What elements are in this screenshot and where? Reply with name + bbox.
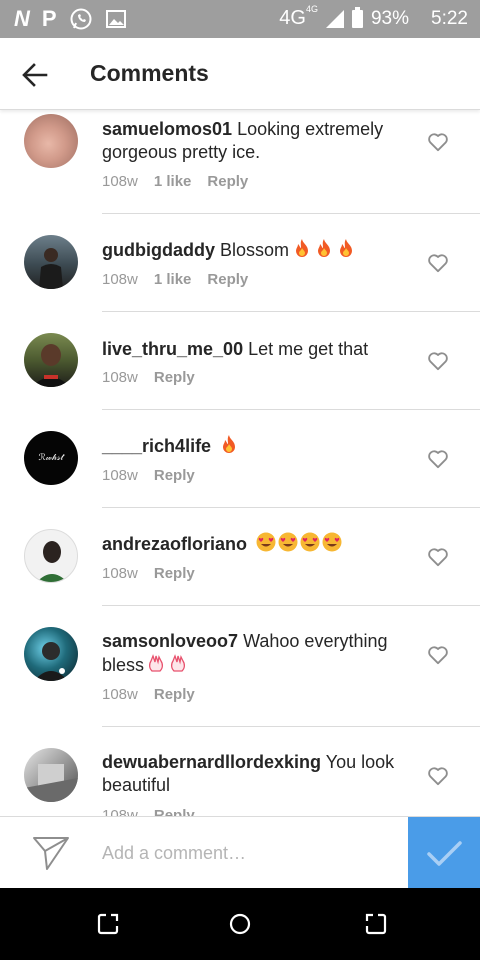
fire-icon (315, 238, 333, 264)
battery-percent: 93% (370, 7, 410, 29)
back-nav-icon[interactable] (364, 912, 388, 936)
heart-eyes-emoji-icon (256, 532, 276, 558)
comment-text: andrezaofloriano (102, 532, 402, 558)
username[interactable]: gudbigdaddy (102, 240, 215, 260)
username[interactable]: samuelomos01 (102, 119, 232, 139)
comment-meta: 108w Reply (102, 686, 195, 703)
comment-meta: 108w Reply (102, 807, 195, 816)
heart-eyes-emoji-icon (300, 532, 320, 558)
reply-button[interactable]: Reply (154, 686, 195, 703)
p-notification-icon: P (41, 6, 57, 31)
whatsapp-icon (70, 8, 92, 30)
reply-button[interactable]: Reply (154, 565, 195, 582)
battery-icon (351, 6, 363, 28)
heart-icon[interactable] (427, 253, 449, 273)
network-type: 4G4G (279, 4, 318, 29)
heart-eyes-emoji-icon (278, 532, 298, 558)
comment-body: Blossom (220, 240, 290, 260)
raised-hands-icon (170, 653, 188, 679)
heart-eyes-emoji-icon (322, 532, 342, 558)
comment-meta: 108w 1 like Reply (102, 271, 248, 288)
back-arrow-icon[interactable] (20, 60, 50, 90)
heart-icon[interactable] (427, 645, 449, 665)
avatar[interactable] (24, 748, 78, 802)
username[interactable]: live_thru_me_00 (102, 339, 243, 359)
comment-item: dewuabernardllordexking You look beautif… (0, 727, 480, 816)
comment-input[interactable] (102, 839, 392, 867)
avatar[interactable]: ℛ𝓌𝒽𝓈𝓉 (24, 431, 78, 485)
comment-text: dewuabernardllordexking You look beautif… (102, 751, 412, 797)
post-comment-button[interactable] (408, 817, 480, 889)
recents-icon[interactable] (96, 912, 120, 936)
heart-icon[interactable] (427, 449, 449, 469)
raised-hands-icon (148, 653, 166, 679)
comment-item: live_thru_me_00 Let me get that 108w Rep… (0, 312, 480, 410)
avatar-logo-text: ℛ𝓌𝒽𝓈𝓉 (38, 453, 64, 463)
comment-item: gudbigdaddy Blossom 108w 1 like Reply (0, 214, 480, 312)
status-bar: N P 4G4G 93% 5:22 (0, 0, 480, 38)
gallery-icon (105, 10, 126, 28)
heart-icon[interactable] (427, 132, 449, 152)
avatar[interactable] (24, 333, 78, 387)
avatar[interactable] (24, 529, 78, 583)
timestamp: 108w (102, 173, 138, 190)
timestamp: 108w (102, 467, 138, 484)
timestamp: 108w (102, 807, 138, 816)
reply-button[interactable]: Reply (207, 173, 248, 190)
fire-icon (220, 434, 238, 460)
username[interactable]: samsonloveoo7 (102, 631, 238, 651)
home-icon[interactable] (228, 912, 252, 936)
comment-text: samsonloveoo7 Wahoo everything bless (102, 630, 402, 679)
heart-icon[interactable] (427, 547, 449, 567)
comment-meta: 108w Reply (102, 467, 195, 484)
username[interactable]: andrezaofloriano (102, 534, 247, 554)
fire-icon (337, 238, 355, 264)
signal-icon (325, 9, 344, 28)
comments-list[interactable]: samuelomos01 Looking extremely gorgeous … (0, 110, 480, 816)
comment-text: live_thru_me_00 Let me get that (102, 338, 402, 361)
comment-item: samuelomos01 Looking extremely gorgeous … (0, 110, 480, 214)
comment-item: ℛ𝓌𝒽𝓈𝓉 ____rich4life 108w Reply (0, 410, 480, 508)
reply-button[interactable]: Reply (207, 271, 248, 288)
reply-button[interactable]: Reply (154, 369, 195, 386)
header: Comments (0, 38, 480, 110)
avatar[interactable] (24, 114, 78, 168)
comment-item: andrezaofloriano 108w Reply (0, 508, 480, 606)
comment-item: samsonloveoo7 Wahoo everything bless 108… (0, 606, 480, 727)
comment-meta: 108w 1 like Reply (102, 173, 248, 190)
timestamp: 108w (102, 686, 138, 703)
reply-button[interactable]: Reply (154, 467, 195, 484)
comment-text: samuelomos01 Looking extremely gorgeous … (102, 118, 402, 164)
like-count[interactable]: 1 like (154, 271, 192, 288)
clock: 5:22 (431, 7, 468, 29)
reply-button[interactable]: Reply (154, 807, 195, 816)
timestamp: 108w (102, 565, 138, 582)
heart-icon[interactable] (427, 351, 449, 371)
system-nav-bar (0, 888, 480, 960)
comment-body: Let me get that (248, 339, 369, 359)
like-count[interactable]: 1 like (154, 173, 192, 190)
username[interactable]: ____rich4life (102, 436, 211, 456)
timestamp: 108w (102, 271, 138, 288)
avatar[interactable] (24, 235, 78, 289)
comment-text: gudbigdaddy Blossom (102, 238, 402, 264)
comment-meta: 108w Reply (102, 565, 195, 582)
timestamp: 108w (102, 369, 138, 386)
username[interactable]: dewuabernardllordexking (102, 752, 321, 772)
checkmark-icon (427, 841, 462, 866)
comment-composer (0, 816, 480, 889)
avatar[interactable] (24, 627, 78, 681)
fire-icon (293, 238, 311, 264)
heart-icon[interactable] (427, 766, 449, 786)
comment-meta: 108w Reply (102, 369, 195, 386)
n-notification-icon: N (14, 6, 30, 31)
page-title: Comments (90, 60, 209, 86)
comment-text: ____rich4life (102, 434, 402, 460)
direct-send-icon[interactable] (32, 835, 70, 871)
